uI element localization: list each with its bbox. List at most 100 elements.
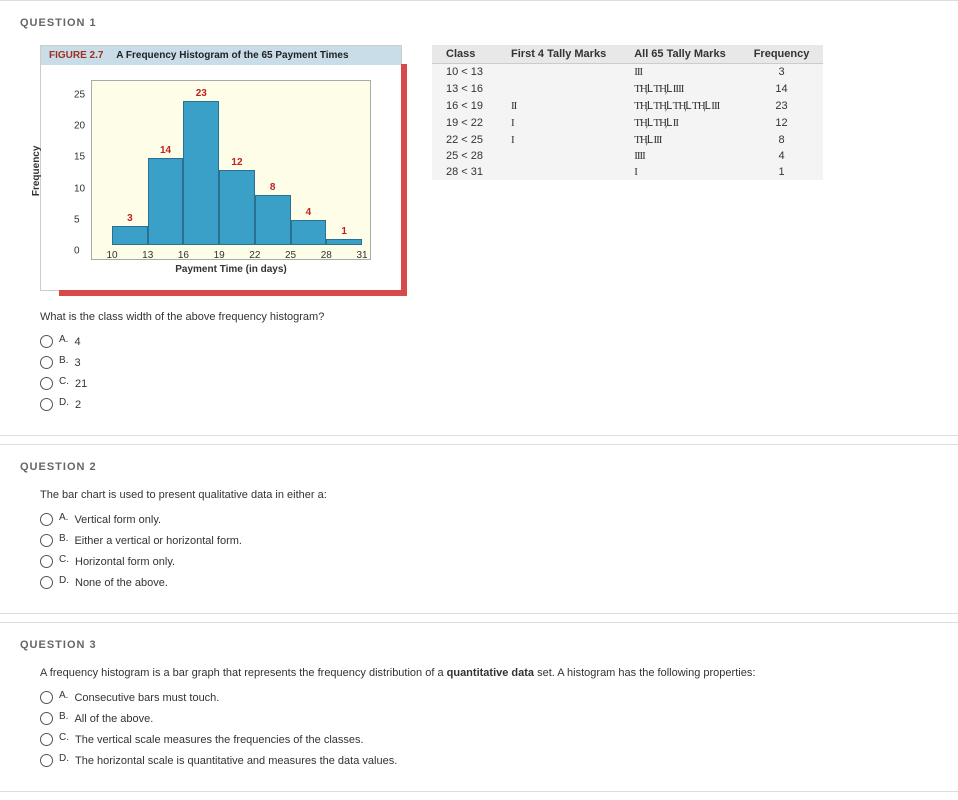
y-tick: 25: [74, 90, 85, 101]
table-cell: ƬӉԼ ƬӉԼ IIII: [620, 80, 740, 97]
table-cell: I: [620, 164, 740, 180]
question-title: QUESTION 1: [0, 11, 958, 35]
answer-option[interactable]: D. The horizontal scale is quantitative a…: [40, 750, 928, 771]
answer-option[interactable]: C.21: [40, 373, 928, 394]
table-cell: ƬӉԼ ƬӉԼ II: [620, 114, 740, 131]
question-title: QUESTION 3: [0, 633, 958, 657]
table-row: 13 < 16ƬӉԼ ƬӉԼ IIII14: [432, 80, 823, 97]
bar-value-label: 3: [113, 213, 147, 224]
option-text: All of the above.: [74, 713, 153, 725]
radio-icon[interactable]: [40, 712, 53, 725]
table-header-row: ClassFirst 4 Tally MarksAll 65 Tally Mar…: [432, 45, 823, 64]
option-letter: D.: [59, 397, 69, 408]
x-tick: 25: [285, 250, 296, 261]
bar-value-label: 23: [184, 88, 218, 99]
radio-icon[interactable]: [40, 356, 53, 369]
table-cell: 10 < 13: [432, 64, 497, 81]
question-prompt: A frequency histogram is a bar graph tha…: [40, 667, 928, 679]
table-cell: II: [497, 97, 620, 114]
radio-icon[interactable]: [40, 377, 53, 390]
table-header: All 65 Tally Marks: [620, 45, 740, 64]
figure-shadow-right: [401, 64, 407, 296]
histogram-bar: 3: [112, 226, 148, 245]
question-body: FIGURE 2.7 A Frequency Histogram of the …: [0, 35, 958, 425]
radio-icon[interactable]: [40, 576, 53, 589]
answer-option[interactable]: B. Either a vertical or horizontal form.: [40, 530, 928, 551]
radio-icon[interactable]: [40, 733, 53, 746]
answer-option[interactable]: D. 2: [40, 394, 928, 415]
histogram-bar: 23: [183, 101, 219, 245]
table-cell: 8: [740, 131, 824, 148]
option-text: The vertical scale measures the frequenc…: [75, 734, 364, 746]
table-cell: IIII: [620, 148, 740, 164]
y-tick: 15: [74, 152, 85, 163]
figure-header: FIGURE 2.7 A Frequency Histogram of the …: [41, 46, 401, 65]
answer-option[interactable]: A.4: [40, 331, 928, 352]
x-tick: 13: [142, 250, 153, 261]
table-cell: 16 < 19: [432, 97, 497, 114]
table-cell: 19 < 22: [432, 114, 497, 131]
bar-value-label: 4: [292, 207, 326, 218]
table-row: 25 < 28 IIII4: [432, 148, 823, 164]
question-3: QUESTION 3 A frequency histogram is a ba…: [0, 622, 958, 792]
y-tick: 5: [74, 214, 80, 225]
option-text: 3: [74, 357, 80, 369]
option-list: A.4B.3C.21 D. 2: [40, 331, 928, 415]
radio-icon[interactable]: [40, 555, 53, 568]
option-text: 4: [74, 336, 80, 348]
option-text: The horizontal scale is quantitative and…: [75, 755, 397, 767]
y-tick: 20: [74, 121, 85, 132]
table-cell: I: [497, 131, 620, 148]
answer-option[interactable]: B.All of the above.: [40, 708, 928, 729]
table-cell: ƬӉԼ III: [620, 131, 740, 148]
table-cell: 4: [740, 148, 824, 164]
bar-value-label: 8: [256, 182, 290, 193]
table-header: Frequency: [740, 45, 824, 64]
tally-table: ClassFirst 4 Tally MarksAll 65 Tally Mar…: [432, 45, 823, 180]
figure-row: FIGURE 2.7 A Frequency Histogram of the …: [40, 45, 928, 291]
table-row: 19 < 22IƬӉԼ ƬӉԼ II12: [432, 114, 823, 131]
option-text: 2: [75, 399, 81, 411]
bar-value-label: 1: [327, 226, 361, 237]
option-text: Consecutive bars must touch.: [74, 692, 219, 704]
table-cell: 23: [740, 97, 824, 114]
table-cell: [497, 64, 620, 81]
option-letter: B.: [59, 533, 68, 544]
radio-icon[interactable]: [40, 691, 53, 704]
table-cell: 28 < 31: [432, 164, 497, 180]
histogram-bar: 4: [291, 220, 327, 245]
table-cell: 14: [740, 80, 824, 97]
radio-icon[interactable]: [40, 513, 53, 526]
bar-value-label: 12: [220, 157, 254, 168]
table-cell: I: [497, 114, 620, 131]
answer-option[interactable]: C.The vertical scale measures the freque…: [40, 729, 928, 750]
answer-option[interactable]: D.None of the above.: [40, 572, 928, 593]
x-axis-label: Payment Time (in days): [91, 264, 371, 275]
radio-icon[interactable]: [40, 534, 53, 547]
table-header: Class: [432, 45, 497, 64]
table-cell: 1: [740, 164, 824, 180]
radio-icon[interactable]: [40, 754, 53, 767]
option-letter: D.: [59, 575, 69, 586]
table-body: 10 < 13III313 < 16ƬӉԼ ƬӉԼ IIII1416 < 19I…: [432, 64, 823, 181]
chart-wrap: Frequency 051015202510131619222528313142…: [41, 65, 401, 290]
option-text: Either a vertical or horizontal form.: [74, 535, 242, 547]
table-cell: 22 < 25: [432, 131, 497, 148]
table-cell: 3: [740, 64, 824, 81]
radio-icon[interactable]: [40, 398, 53, 411]
table-cell: 25 < 28: [432, 148, 497, 164]
table-row: 10 < 13III3: [432, 64, 823, 81]
y-tick: 0: [74, 246, 80, 257]
y-axis-label: Frequency: [31, 145, 42, 196]
bar-value-label: 14: [149, 145, 183, 156]
question-prompt: What is the class width of the above fre…: [40, 311, 928, 323]
answer-option[interactable]: B.3: [40, 352, 928, 373]
option-letter: D.: [59, 753, 69, 764]
answer-option[interactable]: A.Consecutive bars must touch.: [40, 687, 928, 708]
x-tick: 10: [106, 250, 117, 261]
answer-option[interactable]: C.Horizontal form only.: [40, 551, 928, 572]
figure-label: FIGURE 2.7: [49, 50, 103, 61]
histogram-bar: 8: [255, 195, 291, 245]
radio-icon[interactable]: [40, 335, 53, 348]
answer-option[interactable]: A.Vertical form only.: [40, 509, 928, 530]
